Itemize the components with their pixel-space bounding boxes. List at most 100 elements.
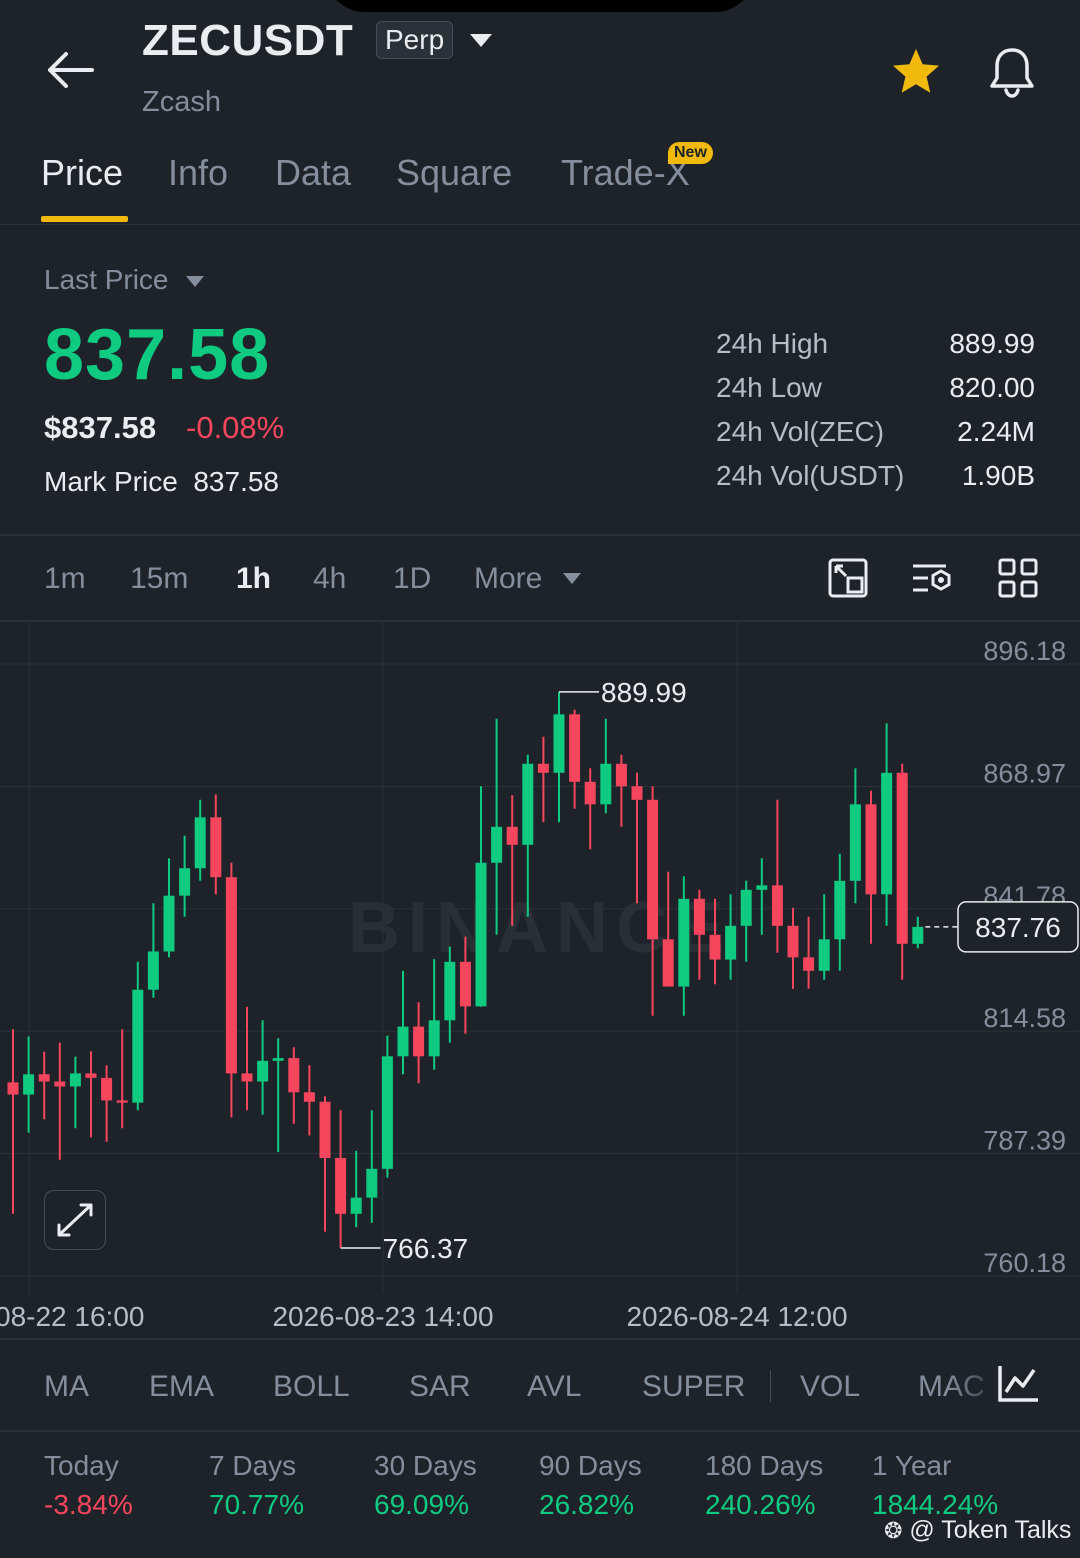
mark-price-row: Mark Price 837.58 [44, 466, 279, 498]
candle-body [288, 1058, 300, 1093]
grid-layout-icon[interactable] [996, 556, 1040, 600]
candle-body [38, 1074, 50, 1082]
candle [225, 862, 237, 1118]
y-tick-label: 896.18 [983, 636, 1066, 666]
interval-15m[interactable]: 15m [130, 562, 188, 596]
candle [116, 1029, 128, 1129]
candle [413, 1002, 425, 1084]
candle [288, 1047, 300, 1124]
price-alert-bell-icon[interactable] [986, 44, 1038, 98]
candle-body [631, 786, 643, 800]
chart-watermark: BINANCE [348, 888, 732, 968]
candle-body [147, 951, 159, 990]
candle-body [241, 1073, 253, 1082]
candle-body [740, 889, 752, 926]
indicator-avl[interactable]: AVL [527, 1370, 581, 1404]
tab-info[interactable]: Info [168, 152, 228, 194]
indicator-separator [770, 1370, 771, 1402]
perf-value-today: -3.84% [44, 1489, 133, 1520]
indicator-ema[interactable]: EMA [149, 1370, 214, 1404]
candle [865, 790, 877, 944]
candle-body [584, 781, 596, 805]
back-arrow-icon[interactable] [44, 48, 96, 92]
candle [23, 1036, 35, 1133]
candlestick-chart[interactable]: BINANCE 889.99766.37 896.18868.97841.788… [0, 622, 1080, 1338]
candle-body [600, 763, 612, 805]
y-tick-label: 760.18 [983, 1248, 1066, 1278]
tab-square[interactable]: Square [396, 152, 512, 194]
candle-body [849, 804, 861, 881]
candle-body [272, 1058, 284, 1061]
candle [7, 1029, 19, 1214]
candle-body [522, 763, 534, 845]
candle-body [569, 714, 581, 782]
indicator-sar[interactable]: SAR [409, 1370, 471, 1404]
candle-body [85, 1073, 97, 1078]
last-price-selector[interactable]: Last Price [44, 264, 169, 296]
candle-body [225, 877, 237, 1074]
candle [803, 916, 815, 989]
candle [241, 1006, 253, 1111]
perf-value-180d: 240.26% [705, 1489, 816, 1520]
low-price-label: 766.37 [383, 1233, 469, 1264]
interval-1d[interactable]: 1D [393, 562, 431, 596]
favorite-star-icon[interactable] [890, 46, 942, 98]
chart-bottom-divider [0, 1338, 1080, 1340]
perf-label-90d: 90 Days [539, 1450, 642, 1481]
chart-settings-icon[interactable] [910, 556, 954, 600]
interval-1m[interactable]: 1m [44, 562, 86, 596]
interval-4h[interactable]: 4h [313, 562, 346, 596]
candle [335, 1110, 347, 1249]
new-badge: New [668, 142, 713, 164]
expand-icon [57, 1203, 93, 1237]
stat-value-24h-low: 820.00 [949, 372, 1035, 403]
indicator-vol[interactable]: VOL [800, 1370, 860, 1404]
high-price-label: 889.99 [601, 677, 687, 708]
candle [397, 970, 409, 1075]
indicator-super[interactable]: SUPER [642, 1370, 745, 1404]
symbol-title[interactable]: ZECUSDT [142, 16, 353, 66]
candle [366, 1110, 378, 1223]
tab-data[interactable]: Data [275, 152, 351, 194]
candle [740, 880, 752, 962]
active-tab-indicator [41, 216, 128, 222]
candle-body [303, 1092, 315, 1102]
candle-body [647, 799, 659, 940]
fullscreen-button[interactable] [44, 1190, 106, 1250]
mark-price-value: 837.58 [193, 466, 279, 497]
candle-body [553, 714, 565, 773]
candle-body [693, 898, 705, 935]
candle [54, 1042, 66, 1160]
candle-body [725, 925, 737, 960]
candle [101, 1065, 113, 1142]
candle-body [491, 826, 503, 863]
candle [787, 907, 799, 989]
indicator-settings-icon[interactable] [996, 1364, 1040, 1404]
tab-price[interactable]: Price [41, 152, 123, 194]
price-change-percent: -0.08% [186, 410, 285, 445]
candle-body [163, 895, 175, 952]
candle [818, 894, 830, 980]
perf-label-7d: 7 Days [209, 1450, 297, 1481]
diamond-logo-icon: ❂ [884, 1518, 903, 1543]
candle [163, 858, 175, 958]
candle-body [771, 885, 783, 926]
more-caret-icon[interactable] [563, 573, 581, 584]
candle-body [366, 1168, 378, 1198]
candle-body [834, 880, 846, 940]
candle-body [319, 1101, 331, 1159]
candle-body [179, 868, 191, 896]
candle-body [865, 804, 877, 895]
symbol-dropdown-caret-icon[interactable] [470, 34, 492, 47]
candles [7, 691, 924, 1249]
indicator-ma[interactable]: MA [44, 1370, 89, 1404]
interval-1h[interactable]: 1h [236, 562, 271, 596]
last-price-caret-icon[interactable] [186, 276, 204, 287]
chart-landscape-icon[interactable] [826, 556, 870, 600]
candle-body [662, 939, 674, 987]
indicator-boll[interactable]: BOLL [273, 1370, 350, 1404]
candle-body [381, 1056, 393, 1169]
interval-more[interactable]: More [474, 562, 542, 596]
candle [553, 691, 565, 823]
x-tick-label: 2026-08-23 14:00 [272, 1301, 493, 1332]
